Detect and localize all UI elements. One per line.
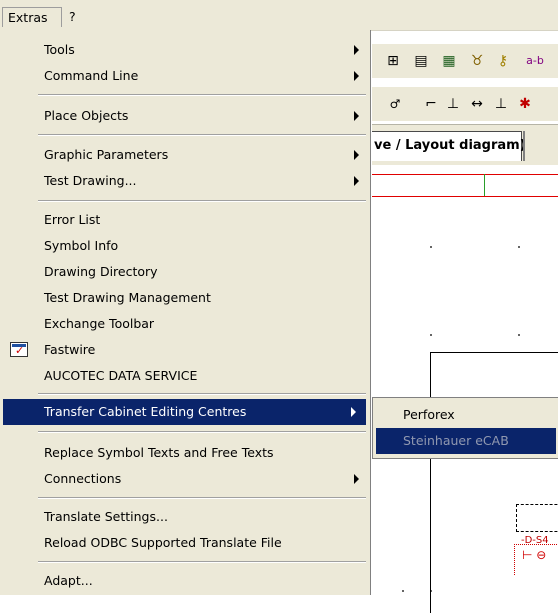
menu-separator (38, 393, 366, 395)
menu-item-label: Error List (44, 212, 101, 227)
submenu-arrow-icon (354, 474, 359, 484)
menu-separator (38, 94, 366, 96)
menu-item-label: Replace Symbol Texts and Free Texts (44, 445, 274, 460)
menu-item-drawing-directory[interactable]: Drawing Directory (0, 259, 369, 285)
device-symbol: ⊢ ⊖ (522, 548, 547, 562)
connect-icon[interactable]: ♂ (386, 95, 404, 113)
submenu-arrow-icon (354, 150, 359, 160)
transfer-submenu: Perforex Steinhauer eCAB (372, 397, 558, 459)
menu-item-connections[interactable]: Connections (0, 466, 369, 492)
fastwire-icon: ✓ (10, 342, 28, 357)
menu-item-label: Exchange Toolbar (44, 316, 155, 331)
device-label: -D-S4 (521, 535, 549, 546)
menu-separator (38, 200, 366, 202)
menu-item-label: Connections (44, 471, 122, 486)
menu-item-label: Translate Settings... (44, 509, 168, 524)
extras-menu: Tools Command Line Place Objects Graphic… (0, 30, 371, 595)
menu-item-exchange-toolbar[interactable]: Exchange Toolbar (0, 311, 369, 337)
panel-icon[interactable]: ▤ (412, 52, 430, 70)
plug-icon[interactable]: ⊞ (384, 52, 402, 70)
menu-item-label: Tools (44, 42, 75, 57)
menu-help[interactable]: ? (64, 7, 84, 27)
submenu-item-perforex[interactable]: Perforex (376, 402, 556, 428)
menu-item-aucotec-data-service[interactable]: AUCOTEC DATA SERVICE (0, 363, 369, 389)
menu-item-label: Test Drawing Management (44, 290, 211, 305)
dimension-icon[interactable]: ↔ (468, 95, 486, 113)
submenu-arrow-icon (354, 45, 359, 55)
label-icon[interactable]: a-b (520, 52, 550, 70)
menu-separator (38, 497, 366, 499)
grid-icon[interactable]: ▦ (440, 52, 458, 70)
submenu-arrow-icon (354, 111, 359, 121)
toolbar-top: ⊞ ▤ ▦ ♉ ⚷ a-b (372, 44, 558, 78)
tab-bar: ve / Layout diagram) (372, 124, 558, 165)
star-icon[interactable]: ✱ (516, 95, 534, 113)
menu-extras[interactable]: Extras (2, 7, 62, 27)
sheet-grid-line (484, 174, 485, 196)
distribute-icon[interactable]: ⊥ (492, 95, 510, 113)
menu-item-label: Adapt... (44, 573, 93, 588)
menu-item-label: Symbol Info (44, 238, 119, 253)
menu-item-reload-odbc[interactable]: Reload ODBC Supported Translate File (0, 530, 369, 556)
menu-item-label: Transfer Cabinet Editing Centres (44, 404, 247, 419)
tab-divider (523, 131, 525, 161)
submenu-arrow-icon (351, 407, 356, 417)
menu-item-label: Drawing Directory (44, 264, 158, 279)
menu-item-tools[interactable]: Tools (0, 37, 369, 63)
menu-item-label: Place Objects (44, 108, 129, 123)
submenu-item-steinhauer-ecab[interactable]: Steinhauer eCAB (376, 428, 556, 454)
menu-item-label: Test Drawing... (44, 173, 137, 188)
align-icon[interactable]: ⊥ (444, 95, 462, 113)
key-icon[interactable]: ⚷ (494, 52, 512, 70)
component-box (516, 504, 558, 532)
drawing-canvas[interactable]: -D-S4 ⊢ ⊖ (372, 166, 558, 613)
menu-item-error-list[interactable]: Error List (0, 207, 369, 233)
wrench-icon[interactable]: ♉ (468, 52, 486, 70)
menu-item-label: Command Line (44, 68, 139, 83)
menu-item-transfer-cabinet-editing-centres[interactable]: Transfer Cabinet Editing Centres (3, 399, 366, 425)
menu-separator (38, 134, 366, 136)
line-icon[interactable]: ⌐ (422, 95, 440, 113)
menu-item-command-line[interactable]: Command Line (0, 63, 369, 89)
menu-item-test-drawing[interactable]: Test Drawing... (0, 168, 369, 194)
menu-item-replace-symbol-texts[interactable]: Replace Symbol Texts and Free Texts (0, 440, 369, 466)
menu-item-translate-settings[interactable]: Translate Settings... (0, 504, 369, 530)
menu-item-label: Reload ODBC Supported Translate File (44, 535, 282, 550)
submenu-arrow-icon (354, 71, 359, 81)
grid-dot (518, 334, 520, 336)
sheet-border-line (372, 196, 558, 197)
tab-layout-diagram[interactable]: ve / Layout diagram) (372, 131, 526, 161)
menu-item-graphic-parameters[interactable]: Graphic Parameters (0, 142, 369, 168)
menu-item-symbol-info[interactable]: Symbol Info (0, 233, 369, 259)
menu-item-adapt[interactable]: Adapt... (0, 568, 369, 594)
menu-item-label: Graphic Parameters (44, 147, 169, 162)
grid-dot (430, 246, 432, 248)
grid-dot (430, 334, 432, 336)
menu-separator (38, 561, 366, 563)
menu-bar: Extras ? (0, 0, 558, 31)
grid-dot (402, 590, 404, 592)
menu-item-place-objects[interactable]: Place Objects (0, 103, 369, 129)
menu-item-fastwire[interactable]: ✓ Fastwire (0, 337, 369, 363)
sheet-border-line (372, 174, 558, 175)
menu-item-test-drawing-management[interactable]: Test Drawing Management (0, 285, 369, 311)
menu-item-label: Fastwire (44, 342, 96, 357)
submenu-arrow-icon (354, 176, 359, 186)
toolbar-second: ♂ ⌐ ⊥ ↔ ⊥ ✱ (372, 86, 558, 121)
grid-dot (518, 246, 520, 248)
menu-separator (38, 431, 366, 433)
menu-item-label: AUCOTEC DATA SERVICE (44, 368, 198, 383)
